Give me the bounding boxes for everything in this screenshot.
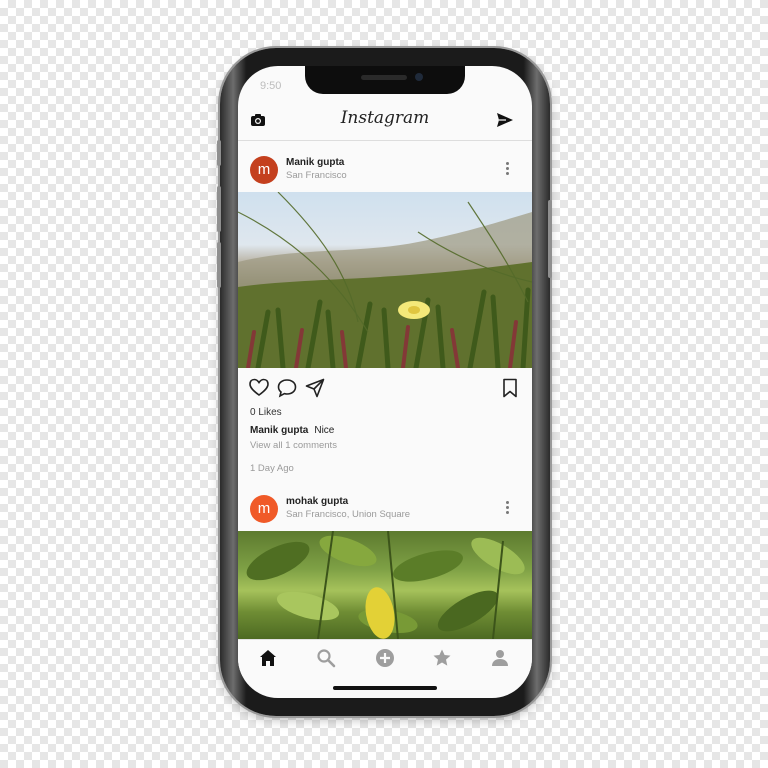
silent-switch xyxy=(217,140,221,166)
top-bar: Instagram xyxy=(238,100,532,141)
star-icon[interactable] xyxy=(432,648,452,668)
bottom-tab-bar xyxy=(238,639,532,676)
app-screen: 9:50 Instagram m Manik gupta San Francis… xyxy=(238,66,532,698)
home-indicator[interactable] xyxy=(333,686,437,690)
notch xyxy=(305,66,465,94)
caption-username[interactable]: Manik gupta xyxy=(250,425,308,436)
post-image[interactable] xyxy=(238,192,532,368)
power-button xyxy=(548,200,552,278)
post-timestamp: 1 Day Ago xyxy=(250,463,294,474)
view-comments-link[interactable]: View all 1 comments xyxy=(250,440,337,451)
home-icon[interactable] xyxy=(258,648,278,668)
heart-icon[interactable] xyxy=(249,378,269,398)
speaker xyxy=(361,75,407,80)
bookmark-icon[interactable] xyxy=(500,378,520,398)
post-header: m Manik gupta San Francisco xyxy=(238,150,532,194)
share-icon[interactable] xyxy=(305,378,325,398)
post-caption: Manik gupta Nice xyxy=(250,425,334,436)
status-time: 9:50 xyxy=(260,80,282,92)
post-location[interactable]: San Francisco, Union Square xyxy=(286,509,410,520)
avatar[interactable]: m xyxy=(250,156,278,184)
post-header: m mohak gupta San Francisco, Union Squar… xyxy=(238,489,532,533)
more-options-icon[interactable] xyxy=(502,160,512,178)
profile-icon[interactable] xyxy=(490,648,510,668)
volume-down-button xyxy=(217,242,221,288)
avatar[interactable]: m xyxy=(250,495,278,523)
likes-count[interactable]: 0 Likes xyxy=(250,407,282,418)
add-icon[interactable] xyxy=(375,648,395,668)
search-icon[interactable] xyxy=(316,648,336,668)
comment-icon[interactable] xyxy=(277,378,297,398)
post-username[interactable]: mohak gupta xyxy=(286,496,348,507)
front-camera xyxy=(415,73,423,81)
app-logo: Instagram xyxy=(340,108,430,128)
post-location[interactable]: San Francisco xyxy=(286,170,347,181)
post-actions xyxy=(238,378,532,402)
post-image[interactable] xyxy=(238,531,532,639)
caption-text: Nice xyxy=(314,425,335,436)
post-username[interactable]: Manik gupta xyxy=(286,157,344,168)
send-icon[interactable] xyxy=(496,111,514,129)
volume-up-button xyxy=(217,186,221,232)
more-options-icon[interactable] xyxy=(502,499,512,517)
